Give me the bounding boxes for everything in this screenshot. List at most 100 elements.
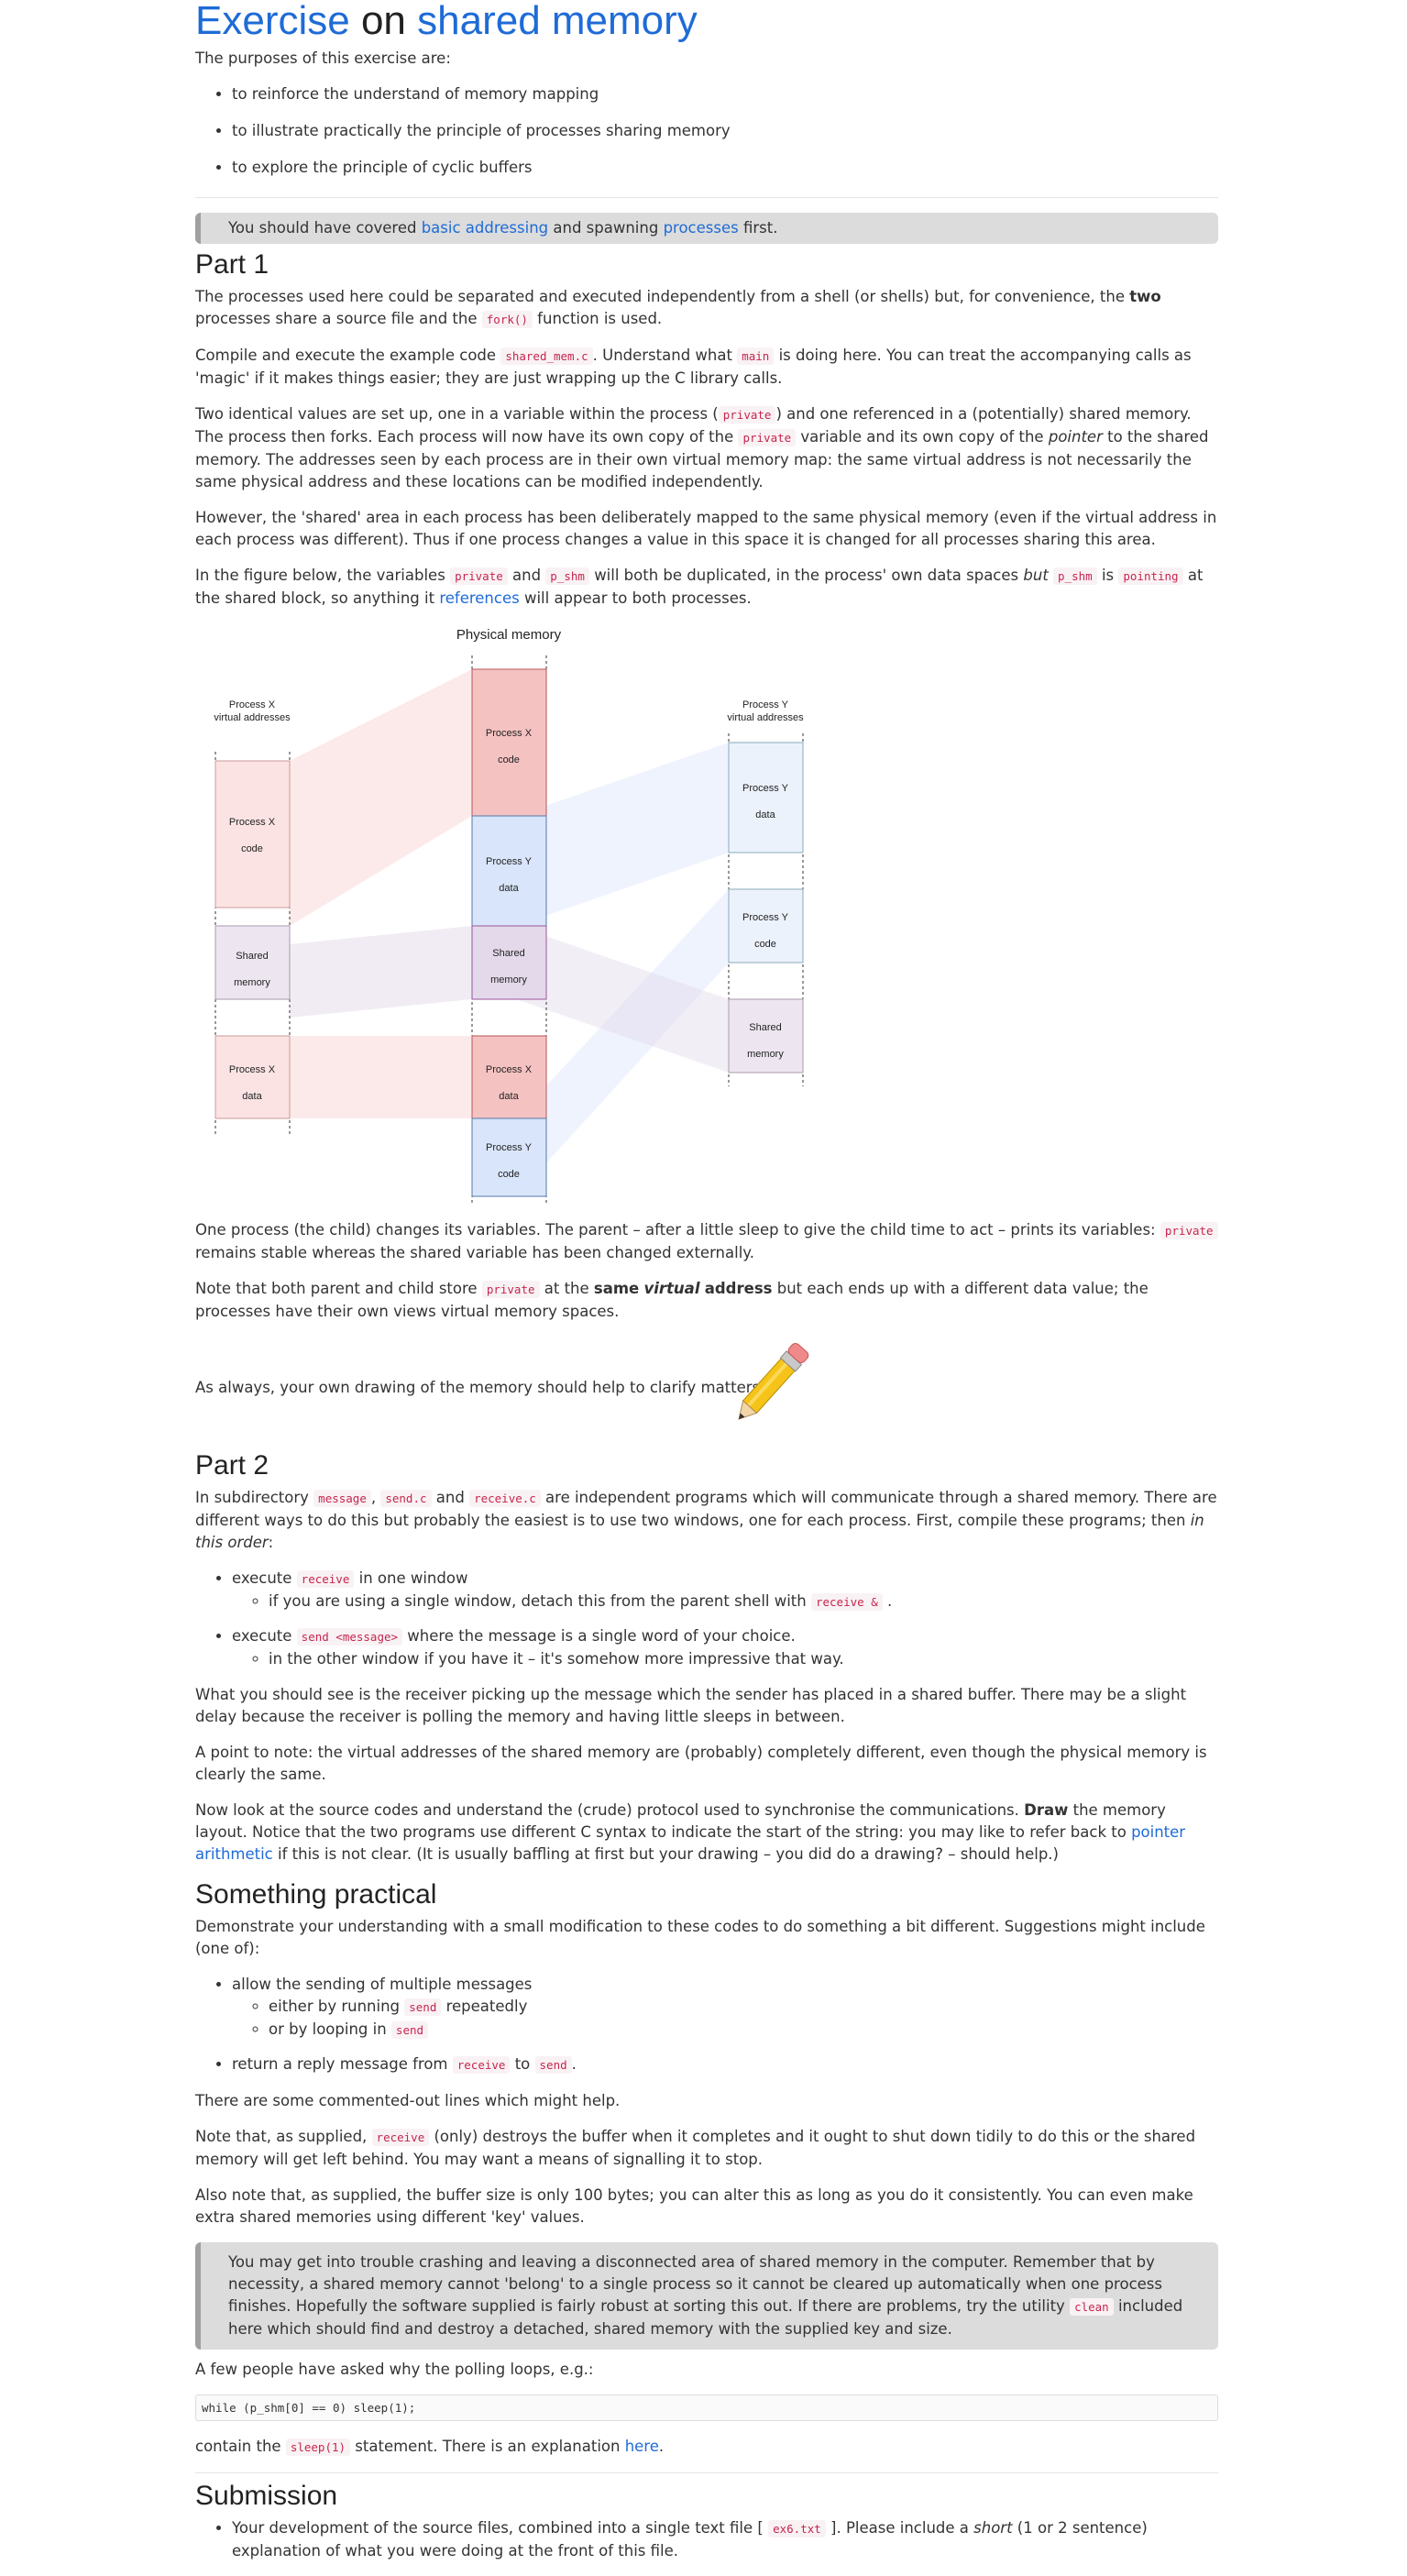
part1-paragraph: Note that both parent and child store pr… (195, 1280, 1149, 1320)
block-label: memory (490, 974, 527, 985)
suggestion-item: allow the sending of multiple messages e… (232, 1974, 1218, 2042)
part1-paragraph: Two identical values are set up, one in … (195, 405, 1209, 490)
part2-paragraph: A point to note: the virtual addresses o… (195, 1744, 1207, 1783)
phys-shared-block (471, 925, 547, 1000)
intro-item: to reinforce the understand of memory ma… (232, 83, 1218, 105)
part1-heading: Part 1 (195, 249, 269, 280)
block-label: Process Y (742, 912, 789, 923)
phys-y-data-block (471, 815, 547, 927)
private-code: private (738, 429, 797, 446)
map-band-x-shared (290, 926, 472, 1018)
block-label: memory (234, 977, 270, 988)
map-band-y-data (516, 743, 729, 926)
px-title: virtual addresses (214, 712, 291, 723)
send-code: send (404, 1998, 442, 2016)
block-label: data (499, 1091, 519, 1102)
message-code: message (313, 1490, 371, 1507)
block-label: data (242, 1091, 262, 1102)
basic-addressing-link[interactable]: basic addressing (422, 219, 548, 237)
map-band-x-data (290, 1036, 472, 1118)
block-label: Process Y (486, 1142, 533, 1153)
block-label: code (498, 1169, 520, 1180)
px-code-block (214, 760, 291, 908)
py-code-block (728, 888, 804, 963)
clean-code: clean (1070, 2298, 1114, 2316)
prereq-text: and spawning (553, 219, 659, 237)
step-subitem: if you are using a single window, detach… (269, 1591, 1218, 1613)
receive-bg-code: receive & (810, 1593, 883, 1611)
private-code: private (481, 1281, 540, 1298)
processes-link[interactable]: processes (664, 219, 739, 237)
block-label: Process X (486, 1064, 533, 1075)
phys-x-data-block (471, 1035, 547, 1119)
phys-title: Physical memory (456, 627, 562, 643)
intro-lead: The purposes of this exercise are: (195, 50, 451, 67)
part2-paragraph: What you should see is the receiver pick… (195, 1686, 1187, 1725)
block-label: code (241, 843, 263, 854)
part2-paragraph: Now look at the source codes and underst… (195, 1801, 1186, 1863)
practical-paragraph: Also note that, as supplied, the buffer … (195, 2186, 1193, 2226)
practical-paragraph: A few people have asked why the polling … (195, 2361, 594, 2378)
py-data-block (728, 742, 804, 853)
send-message-code: send <message> (296, 1628, 403, 1646)
main-code: main (737, 347, 775, 365)
block-label: Process Y (742, 783, 789, 794)
receive-c-code: receive.c (469, 1490, 541, 1507)
title-link-shared-memory[interactable]: shared memory (417, 0, 698, 43)
block-label: Process X (229, 817, 276, 828)
private-code: private (450, 567, 508, 585)
private-code: private (1160, 1222, 1218, 1239)
intro-item: to explore the principle of cyclic buffe… (232, 157, 1218, 179)
send-code: send (390, 2021, 429, 2039)
part1-paragraph: The processes used here could be separat… (195, 288, 1161, 328)
step-subitem: in the other window if you have it – it'… (269, 1648, 1218, 1670)
submission-heading: Submission (195, 2481, 338, 2511)
practical-paragraph: contain the sleep(1) statement. There is… (195, 2438, 665, 2456)
part1-paragraph: However, the 'shared' area in each proce… (195, 509, 1217, 548)
suggestion-subitem: either by running send repeatedly (269, 1996, 1218, 2019)
explanation-link[interactable]: here (625, 2438, 659, 2455)
block-label: Shared (492, 948, 524, 959)
pencil-row: As always, your own drawing of the memor… (195, 1337, 1218, 1437)
phys-x-code-block (471, 668, 547, 817)
pencil-icon (738, 1342, 809, 1420)
block-label: Shared (749, 1022, 781, 1033)
suggestion-subitem: or by looping in send (269, 2019, 1218, 2042)
block-label: data (499, 883, 519, 894)
p-shm-code: p_shm (545, 567, 589, 585)
px-shared-block (214, 925, 291, 1000)
prereq-text: first. (742, 219, 778, 237)
receive-code: receive (296, 1570, 355, 1588)
practical-paragraph: There are some commented-out lines which… (195, 2092, 621, 2109)
fork-code: fork() (481, 311, 533, 328)
title-link-exercise[interactable]: Exercise (195, 0, 350, 43)
send-code: send (534, 2056, 572, 2074)
part2-heading: Part 2 (195, 1450, 269, 1481)
references-link[interactable]: references (439, 589, 519, 607)
block-label: Process X (486, 728, 533, 739)
memory-map-figure: Physical memory Process X virtual addres… (195, 623, 892, 1210)
step-item: execute receive in one window if you are… (232, 1568, 1218, 1613)
submission-item: Your development of the source files, co… (232, 2517, 1218, 2562)
suggestion-item: return a reply message from receive to s… (232, 2053, 1218, 2076)
step-item: execute send <message> where the message… (232, 1625, 1218, 1670)
divider (195, 2472, 1218, 2473)
part2-steps: execute receive in one window if you are… (195, 1568, 1218, 1670)
part1-paragraph: In the figure below, the variables priva… (195, 567, 1204, 607)
memory-map-svg: Physical memory Process X virtual addres… (214, 627, 804, 1205)
block-label: memory (747, 1049, 784, 1060)
practical-paragraph: Note that, as supplied, receive (only) d… (195, 2128, 1196, 2168)
py-title: Process Y (742, 699, 789, 710)
py-shared-block (728, 998, 804, 1073)
pointing-code: pointing (1118, 567, 1183, 585)
polling-code-block: while (p_shm[0] == 0) sleep(1); (195, 2394, 1218, 2421)
submission-list: Your development of the source files, co… (195, 2517, 1218, 2562)
warning-note: You may get into trouble crashing and le… (195, 2242, 1218, 2350)
receive-code: receive (452, 2056, 511, 2074)
divider (195, 197, 1218, 198)
intro-item: to illustrate practically the principle … (232, 120, 1218, 142)
sleep-code: sleep(1) (285, 2438, 351, 2456)
py-title: virtual addresses (727, 712, 804, 723)
page-title: Exercise on shared memory (195, 0, 1218, 42)
shared-mem-code: shared_mem.c (500, 347, 593, 365)
